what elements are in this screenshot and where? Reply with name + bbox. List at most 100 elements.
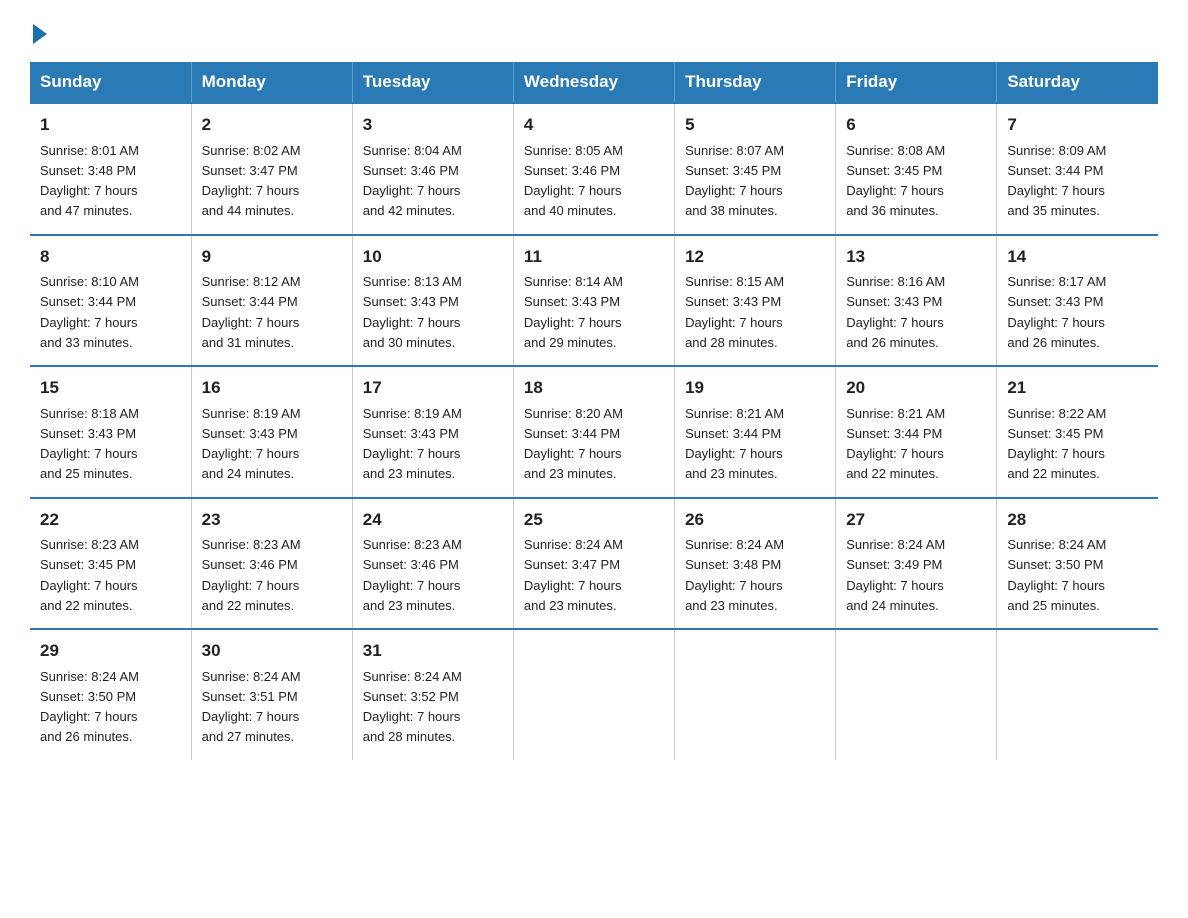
day-number: 17	[363, 375, 503, 401]
day-cell-25: 25 Sunrise: 8:24 AMSunset: 3:47 PMDaylig…	[513, 498, 674, 630]
day-number: 1	[40, 112, 181, 138]
day-cell-11: 11 Sunrise: 8:14 AMSunset: 3:43 PMDaylig…	[513, 235, 674, 367]
day-info: Sunrise: 8:14 AMSunset: 3:43 PMDaylight:…	[524, 274, 623, 350]
day-info: Sunrise: 8:24 AMSunset: 3:50 PMDaylight:…	[40, 669, 139, 745]
day-cell-18: 18 Sunrise: 8:20 AMSunset: 3:44 PMDaylig…	[513, 366, 674, 498]
day-cell-31: 31 Sunrise: 8:24 AMSunset: 3:52 PMDaylig…	[352, 629, 513, 760]
day-cell-27: 27 Sunrise: 8:24 AMSunset: 3:49 PMDaylig…	[836, 498, 997, 630]
day-number: 6	[846, 112, 986, 138]
day-number: 23	[202, 507, 342, 533]
day-cell-22: 22 Sunrise: 8:23 AMSunset: 3:45 PMDaylig…	[30, 498, 191, 630]
day-cell-4: 4 Sunrise: 8:05 AMSunset: 3:46 PMDayligh…	[513, 103, 674, 235]
day-number: 10	[363, 244, 503, 270]
empty-cell	[997, 629, 1158, 760]
day-info: Sunrise: 8:23 AMSunset: 3:46 PMDaylight:…	[363, 537, 462, 613]
day-info: Sunrise: 8:24 AMSunset: 3:47 PMDaylight:…	[524, 537, 623, 613]
header-wednesday: Wednesday	[513, 62, 674, 103]
week-row-5: 29 Sunrise: 8:24 AMSunset: 3:50 PMDaylig…	[30, 629, 1158, 760]
day-info: Sunrise: 8:23 AMSunset: 3:46 PMDaylight:…	[202, 537, 301, 613]
day-cell-5: 5 Sunrise: 8:07 AMSunset: 3:45 PMDayligh…	[675, 103, 836, 235]
day-info: Sunrise: 8:08 AMSunset: 3:45 PMDaylight:…	[846, 143, 945, 219]
day-cell-10: 10 Sunrise: 8:13 AMSunset: 3:43 PMDaylig…	[352, 235, 513, 367]
day-cell-13: 13 Sunrise: 8:16 AMSunset: 3:43 PMDaylig…	[836, 235, 997, 367]
day-number: 9	[202, 244, 342, 270]
logo	[30, 20, 47, 44]
day-number: 14	[1007, 244, 1148, 270]
header-saturday: Saturday	[997, 62, 1158, 103]
day-info: Sunrise: 8:09 AMSunset: 3:44 PMDaylight:…	[1007, 143, 1106, 219]
day-number: 3	[363, 112, 503, 138]
day-info: Sunrise: 8:02 AMSunset: 3:47 PMDaylight:…	[202, 143, 301, 219]
day-number: 15	[40, 375, 181, 401]
day-number: 12	[685, 244, 825, 270]
logo-arrow-icon	[33, 24, 47, 44]
header-sunday: Sunday	[30, 62, 191, 103]
day-cell-19: 19 Sunrise: 8:21 AMSunset: 3:44 PMDaylig…	[675, 366, 836, 498]
day-info: Sunrise: 8:17 AMSunset: 3:43 PMDaylight:…	[1007, 274, 1106, 350]
day-info: Sunrise: 8:19 AMSunset: 3:43 PMDaylight:…	[202, 406, 301, 482]
day-number: 26	[685, 507, 825, 533]
header-row: SundayMondayTuesdayWednesdayThursdayFrid…	[30, 62, 1158, 103]
day-info: Sunrise: 8:04 AMSunset: 3:46 PMDaylight:…	[363, 143, 462, 219]
day-info: Sunrise: 8:24 AMSunset: 3:52 PMDaylight:…	[363, 669, 462, 745]
day-info: Sunrise: 8:24 AMSunset: 3:50 PMDaylight:…	[1007, 537, 1106, 613]
day-info: Sunrise: 8:21 AMSunset: 3:44 PMDaylight:…	[685, 406, 784, 482]
day-number: 5	[685, 112, 825, 138]
empty-cell	[675, 629, 836, 760]
day-info: Sunrise: 8:07 AMSunset: 3:45 PMDaylight:…	[685, 143, 784, 219]
day-number: 2	[202, 112, 342, 138]
day-cell-17: 17 Sunrise: 8:19 AMSunset: 3:43 PMDaylig…	[352, 366, 513, 498]
day-cell-30: 30 Sunrise: 8:24 AMSunset: 3:51 PMDaylig…	[191, 629, 352, 760]
week-row-2: 8 Sunrise: 8:10 AMSunset: 3:44 PMDayligh…	[30, 235, 1158, 367]
day-number: 19	[685, 375, 825, 401]
page-header	[30, 20, 1158, 44]
week-row-1: 1 Sunrise: 8:01 AMSunset: 3:48 PMDayligh…	[30, 103, 1158, 235]
day-cell-29: 29 Sunrise: 8:24 AMSunset: 3:50 PMDaylig…	[30, 629, 191, 760]
day-info: Sunrise: 8:12 AMSunset: 3:44 PMDaylight:…	[202, 274, 301, 350]
day-info: Sunrise: 8:19 AMSunset: 3:43 PMDaylight:…	[363, 406, 462, 482]
day-number: 18	[524, 375, 664, 401]
day-number: 25	[524, 507, 664, 533]
day-number: 8	[40, 244, 181, 270]
day-number: 22	[40, 507, 181, 533]
day-info: Sunrise: 8:20 AMSunset: 3:44 PMDaylight:…	[524, 406, 623, 482]
day-info: Sunrise: 8:18 AMSunset: 3:43 PMDaylight:…	[40, 406, 139, 482]
day-cell-15: 15 Sunrise: 8:18 AMSunset: 3:43 PMDaylig…	[30, 366, 191, 498]
day-number: 7	[1007, 112, 1148, 138]
day-number: 20	[846, 375, 986, 401]
day-info: Sunrise: 8:24 AMSunset: 3:51 PMDaylight:…	[202, 669, 301, 745]
day-info: Sunrise: 8:05 AMSunset: 3:46 PMDaylight:…	[524, 143, 623, 219]
day-cell-3: 3 Sunrise: 8:04 AMSunset: 3:46 PMDayligh…	[352, 103, 513, 235]
day-cell-12: 12 Sunrise: 8:15 AMSunset: 3:43 PMDaylig…	[675, 235, 836, 367]
calendar-table: SundayMondayTuesdayWednesdayThursdayFrid…	[30, 62, 1158, 760]
day-cell-1: 1 Sunrise: 8:01 AMSunset: 3:48 PMDayligh…	[30, 103, 191, 235]
day-number: 29	[40, 638, 181, 664]
day-number: 28	[1007, 507, 1148, 533]
day-info: Sunrise: 8:22 AMSunset: 3:45 PMDaylight:…	[1007, 406, 1106, 482]
day-cell-6: 6 Sunrise: 8:08 AMSunset: 3:45 PMDayligh…	[836, 103, 997, 235]
day-number: 11	[524, 244, 664, 270]
header-monday: Monday	[191, 62, 352, 103]
day-info: Sunrise: 8:21 AMSunset: 3:44 PMDaylight:…	[846, 406, 945, 482]
week-row-4: 22 Sunrise: 8:23 AMSunset: 3:45 PMDaylig…	[30, 498, 1158, 630]
day-cell-2: 2 Sunrise: 8:02 AMSunset: 3:47 PMDayligh…	[191, 103, 352, 235]
day-number: 27	[846, 507, 986, 533]
day-cell-16: 16 Sunrise: 8:19 AMSunset: 3:43 PMDaylig…	[191, 366, 352, 498]
day-number: 24	[363, 507, 503, 533]
day-cell-9: 9 Sunrise: 8:12 AMSunset: 3:44 PMDayligh…	[191, 235, 352, 367]
day-cell-7: 7 Sunrise: 8:09 AMSunset: 3:44 PMDayligh…	[997, 103, 1158, 235]
header-tuesday: Tuesday	[352, 62, 513, 103]
day-number: 13	[846, 244, 986, 270]
day-info: Sunrise: 8:23 AMSunset: 3:45 PMDaylight:…	[40, 537, 139, 613]
day-cell-23: 23 Sunrise: 8:23 AMSunset: 3:46 PMDaylig…	[191, 498, 352, 630]
day-info: Sunrise: 8:01 AMSunset: 3:48 PMDaylight:…	[40, 143, 139, 219]
day-info: Sunrise: 8:13 AMSunset: 3:43 PMDaylight:…	[363, 274, 462, 350]
day-info: Sunrise: 8:15 AMSunset: 3:43 PMDaylight:…	[685, 274, 784, 350]
day-number: 30	[202, 638, 342, 664]
day-number: 16	[202, 375, 342, 401]
day-cell-14: 14 Sunrise: 8:17 AMSunset: 3:43 PMDaylig…	[997, 235, 1158, 367]
day-cell-26: 26 Sunrise: 8:24 AMSunset: 3:48 PMDaylig…	[675, 498, 836, 630]
day-number: 31	[363, 638, 503, 664]
day-info: Sunrise: 8:24 AMSunset: 3:49 PMDaylight:…	[846, 537, 945, 613]
day-info: Sunrise: 8:16 AMSunset: 3:43 PMDaylight:…	[846, 274, 945, 350]
